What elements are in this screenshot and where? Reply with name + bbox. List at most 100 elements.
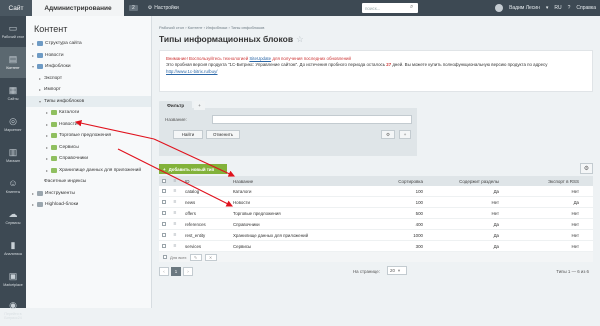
row-menu-icon[interactable]: ≡ [169,188,181,194]
tree-label: Справочники [59,156,89,162]
row-menu-icon[interactable]: ≡ [169,210,181,216]
tree-item-facet[interactable]: Фасетные индексы [26,176,151,188]
tree-item-services[interactable]: ▸ Сервисы [26,142,151,154]
warning-text: Внимание! Воспользуйтесь технологией [166,56,250,61]
tree-item-news-type[interactable]: ▸ Новости [26,119,151,131]
row-checkbox[interactable] [159,233,169,237]
tree-item-catalogs[interactable]: ▸ Каталоги [26,107,151,119]
add-type-label: Добавить новый тип [168,166,215,172]
tree-title: Контент [34,24,68,34]
gear-icon: ⚙ [583,166,590,172]
col-id[interactable]: ID [181,179,231,184]
folder-icon [37,52,43,58]
per-page-select[interactable]: 20 ▾ [387,266,407,275]
add-filter-tab[interactable]: + [194,101,205,110]
col-sections[interactable]: Содержит разделы [427,179,505,184]
delete-icon[interactable]: ✕ [204,253,217,261]
row-checkbox[interactable] [159,244,169,248]
tree-item-offers[interactable]: ▸ Торговые предложения [26,130,151,142]
cell-id: references [185,221,206,227]
settings-button[interactable]: ⚙ Настройки [143,5,184,11]
user-area: Вадим Лесин ▾ RU ? Справка [495,0,600,16]
plus-icon[interactable]: + [399,130,411,139]
star-icon[interactable]: ☆ [296,34,304,44]
select-all-checkbox[interactable] [159,179,169,183]
cell-rss: Да [573,199,579,205]
table-footer: Для всех ✎ ✕ [159,252,593,262]
menu-shop[interactable]: ▥ Магазин [0,140,26,171]
menu-analytics[interactable]: ▮ Аналитика [0,233,26,264]
col-rss[interactable]: Экспорт в RSS [505,179,585,184]
table-row[interactable]: ≡ catalog Каталоги 100 Да Нет [159,186,593,197]
table-row[interactable]: ≡ rest_entity Хранилище данных для приложе… [159,230,593,241]
folder-icon [37,64,43,70]
menu-sites[interactable]: ▦ Сайты [0,78,26,109]
cell-sort: 400 [415,221,423,227]
row-menu-icon[interactable]: ≡ [169,221,181,227]
language-select[interactable]: RU [554,5,561,11]
chevron-down-icon[interactable]: ▾ [546,5,549,11]
row-menu-icon[interactable]: ≡ [169,199,181,205]
menu-content[interactable]: ▤ Контент [0,47,26,78]
filter-tab[interactable]: Фильтр [159,101,193,110]
avatar[interactable] [495,4,504,12]
tree-label: Новости [59,121,78,127]
table-row[interactable]: ≡ references Справочники 400 Да Нет [159,219,593,230]
for-all-checkbox[interactable] [163,255,167,259]
buy-link[interactable]: http://www.1c-bitrix.ru/buy/ [166,69,218,74]
tree-item-import[interactable]: ▸ Импорт [26,84,151,96]
menu-desktop[interactable]: ▭ Рабочий стол [0,16,26,47]
table-row[interactable]: ≡ services Сервисы 300 Да Нет [159,241,593,252]
find-button[interactable]: Найти [173,130,203,139]
tree-item-tools[interactable]: ▸ Инструменты [26,188,151,200]
prev-page-icon[interactable]: ‹ [159,267,169,276]
table-settings-button[interactable]: ⚙ [580,163,593,174]
tree-item-iblock-types[interactable]: ▾ Типы инфоблоков [26,95,151,107]
menu-clients[interactable]: ☺ Клиенты [0,171,26,202]
cell-id: news [185,199,196,205]
col-sort[interactable]: Сортировка [365,179,427,184]
tree-item-iblocks[interactable]: ▾ Инфоблоки [26,61,151,73]
menu-bitrix24[interactable]: ◉ Перейти в Битрикс24 [0,295,26,326]
user-name[interactable]: Вадим Лесин [509,5,540,11]
row-checkbox[interactable] [159,200,169,204]
help-label[interactable]: Справка [576,5,596,11]
siteupdate-link[interactable]: SiteUpdate [249,56,271,61]
tree-item-highload[interactable]: ▸ Highload-блоки [26,199,151,211]
gear-icon[interactable]: ⚙ [381,130,395,139]
next-page-icon[interactable]: › [183,267,193,276]
row-checkbox[interactable] [159,189,169,193]
row-menu-icon[interactable]: ≡ [169,243,181,249]
row-checkbox[interactable] [159,222,169,226]
col-name[interactable]: Название [231,179,365,184]
filter-name-input[interactable] [212,115,412,124]
tree-item-news[interactable]: ▸ Новости [26,50,151,62]
page-current[interactable]: 1 [171,267,181,276]
help-icon[interactable]: ? [568,5,571,11]
cancel-button[interactable]: Отменить [206,130,240,139]
table-row[interactable]: ≡ news Новости 100 Нет Да [159,197,593,208]
row-checkbox[interactable] [159,211,169,215]
breadcrumb[interactable]: Рабочий стол › Контент › Инфоблоки › Тип… [159,25,264,30]
row-menu-icon[interactable]: ≡ [169,232,181,238]
cell-sort: 1000 [413,232,423,238]
tree-item-export[interactable]: ▸ Экспорт [26,73,151,85]
menu-services[interactable]: ☁ Сервисы [0,202,26,233]
menu-marketplace[interactable]: ▣ Marketplace [0,264,26,295]
notifications-button[interactable]: 2 [124,5,143,11]
tree-item-rest-entity[interactable]: ▸ Хранилище данных для приложений [26,165,151,177]
tree-item-structure[interactable]: ▸ Структура сайта [26,38,151,50]
add-type-button[interactable]: + Добавить новый тип [159,164,227,174]
menu-label: Сайты [7,96,19,101]
tree-item-references[interactable]: ▸ Справочники [26,153,151,165]
menu-marketing[interactable]: ◎ Маркетинг [0,109,26,140]
admin-tab[interactable]: Администрирование [32,0,124,16]
search-icon[interactable]: ⌕ [410,4,413,11]
edit-icon[interactable]: ✎ [189,253,202,261]
marketing-icon: ◎ [9,115,17,126]
folder-icon [37,41,43,47]
folder-icon [37,202,43,208]
menu-label: Сервисы [5,220,21,225]
table-row[interactable]: ≡ offers Торговые предложения 500 Нет Нет [159,208,593,219]
site-tab[interactable]: Сайт [0,0,32,16]
